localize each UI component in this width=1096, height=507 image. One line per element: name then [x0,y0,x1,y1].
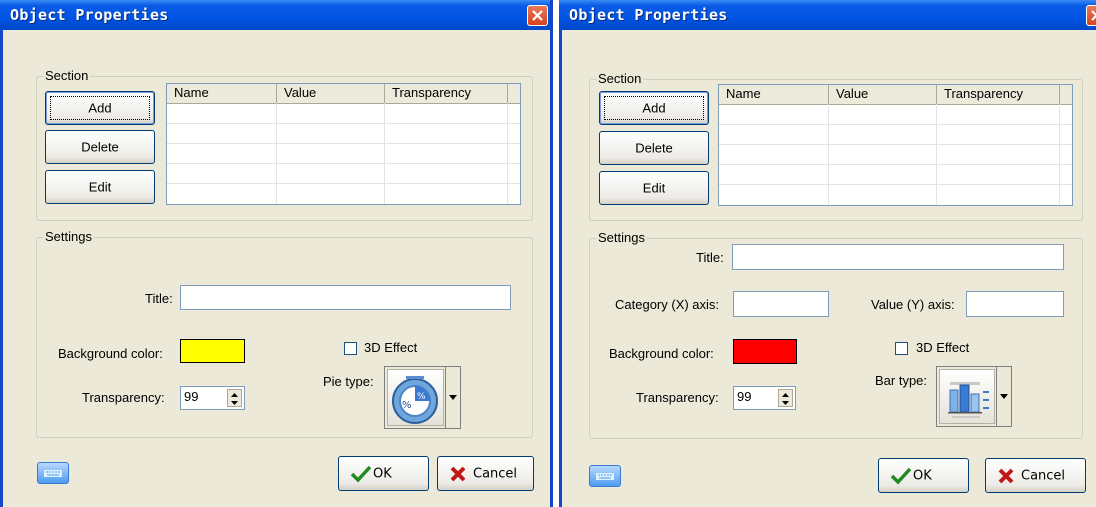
background-color-swatch[interactable] [733,339,797,364]
section-label: Section [43,68,91,83]
delete-button[interactable]: Delete [599,131,709,165]
add-button[interactable]: Add [599,91,709,125]
ok-button[interactable]: OK [338,456,429,491]
object-properties-dialog-pie: Object Properties Section Add Delete Edi… [0,0,553,507]
title-bar[interactable]: Object Properties [0,0,553,30]
3d-effect-checkbox[interactable] [344,342,357,355]
value-axis-input[interactable] [966,291,1064,317]
3d-effect-label: 3D Effect [364,340,418,355]
cancel-button[interactable]: Cancel [437,456,534,491]
transparency-spinner[interactable]: 99 [180,386,245,410]
close-icon [1091,10,1096,21]
title-input[interactable] [180,285,511,310]
x-mark-icon [998,468,1014,484]
column-header-name[interactable]: Name [719,85,829,104]
x-mark-icon [450,466,466,482]
section-label: Section [596,71,644,86]
column-header-name[interactable]: Name [167,84,277,103]
keyboard-icon[interactable] [589,465,621,487]
close-button[interactable] [527,5,548,26]
type-label: Bar type: [875,373,928,388]
edit-button[interactable]: Edit [599,171,709,205]
add-button[interactable]: Add [45,91,155,125]
background-color-label: Background color: [58,346,163,361]
settings-label: Settings [596,230,647,245]
column-header-transparency[interactable]: Transparency [385,84,508,103]
svg-text:%: % [417,392,426,402]
spin-arrows-icon[interactable] [778,389,793,407]
chevron-down-icon[interactable] [996,367,1011,426]
column-header-value[interactable]: Value [829,85,937,104]
background-color-swatch[interactable] [180,339,245,363]
pie-chart-percent-icon: % % [387,369,444,426]
object-properties-dialog-bar: Object Properties Section Add Delete Edi… [559,0,1096,507]
table-header: Name Value Transparency [167,84,520,104]
cancel-button[interactable]: Cancel [985,458,1086,493]
edit-button[interactable]: Edit [45,170,155,204]
table-header: Name Value Transparency [719,85,1072,105]
title-label: Title: [696,250,724,265]
title-input[interactable] [732,244,1064,270]
transparency-value: 99 [737,389,752,404]
category-axis-label: Category (X) axis: [615,297,720,312]
3d-effect-label: 3D Effect [916,340,970,355]
bar-type-dropdown[interactable] [936,366,1012,427]
transparency-spinner[interactable]: 99 [733,386,796,410]
checkmark-icon [350,465,372,483]
checkmark-icon [890,467,912,485]
bar-chart-icon [939,369,995,424]
column-header-transparency[interactable]: Transparency [937,85,1060,104]
close-button[interactable] [1086,5,1096,26]
transparency-label: Transparency: [636,390,719,405]
chevron-down-icon[interactable] [445,367,460,428]
dialog-title: Object Properties [569,6,728,24]
dialog-title: Object Properties [10,6,169,24]
transparency-value: 99 [184,389,199,404]
settings-label: Settings [43,229,94,244]
title-bar[interactable]: Object Properties [559,0,1096,30]
pie-type-dropdown[interactable]: % % [384,366,461,429]
type-label: Pie type: [323,374,374,389]
transparency-label: Transparency: [82,390,165,405]
category-axis-input[interactable] [733,291,829,317]
close-icon [532,10,543,21]
background-color-label: Background color: [609,346,714,361]
title-label: Title: [145,291,173,306]
section-table[interactable]: Name Value Transparency [718,84,1073,206]
spin-arrows-icon[interactable] [227,389,242,407]
column-header-value[interactable]: Value [277,84,385,103]
section-table[interactable]: Name Value Transparency [166,83,521,205]
ok-button[interactable]: OK [878,458,969,493]
delete-button[interactable]: Delete [45,130,155,164]
value-axis-label: Value (Y) axis: [871,297,955,312]
keyboard-icon[interactable] [37,462,69,484]
svg-text:%: % [402,400,412,411]
3d-effect-checkbox[interactable] [895,342,908,355]
